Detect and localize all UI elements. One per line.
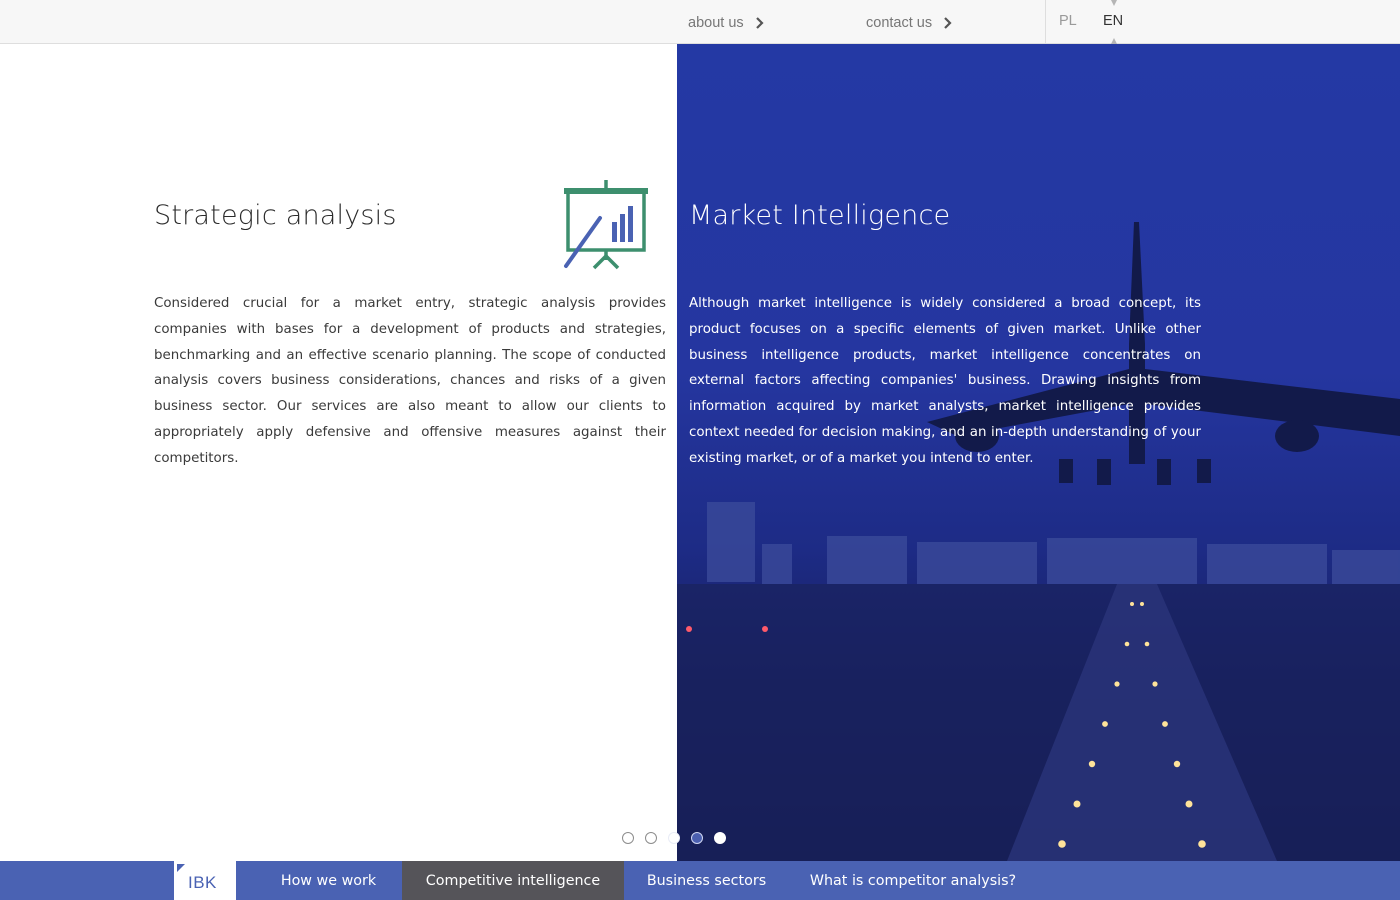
slider-dot-2[interactable] — [645, 832, 657, 844]
contact-us-link[interactable]: contact us — [866, 13, 954, 33]
nav-business-sectors[interactable]: Business sectors — [624, 861, 789, 900]
market-intelligence-text: Although market intelligence is widely c… — [689, 296, 1201, 466]
slider-dot-4-active[interactable] — [691, 832, 703, 844]
about-us-link[interactable]: about us — [688, 13, 766, 33]
contact-us-label: contact us — [866, 15, 933, 31]
bottom-navigation: IBK How we work Competitive intelligence… — [0, 861, 1400, 900]
strategic-analysis-panel: Strategic analysis Considered crucial fo… — [0, 44, 677, 861]
language-en[interactable]: EN — [1103, 13, 1123, 29]
top-bar: about us contact us PL EN — [0, 0, 1400, 44]
logo-text: IBK — [188, 873, 217, 892]
slider-dot-3[interactable] — [668, 832, 680, 844]
slider-dot-1[interactable] — [622, 832, 634, 844]
market-intelligence-title: Market Intelligence — [689, 200, 951, 231]
strategic-analysis-title: Strategic analysis — [154, 200, 397, 231]
strategic-analysis-text: Considered crucial for a market entry, s… — [154, 296, 666, 466]
language-divider — [1045, 0, 1046, 44]
market-intelligence-panel: Market Intelligence Although market inte… — [677, 44, 1400, 861]
chevron-right-icon — [755, 17, 764, 29]
city-skyline — [707, 502, 1400, 584]
language-pl[interactable]: PL — [1059, 13, 1077, 29]
chevron-right-icon — [944, 17, 952, 29]
nav-how-we-work[interactable]: How we work — [254, 861, 403, 900]
nav-competitive-intelligence[interactable]: Competitive intelligence — [402, 861, 624, 900]
slider-pagination — [622, 832, 726, 844]
active-language-marker-top — [1111, 0, 1117, 6]
slider-dot-5[interactable] — [714, 832, 726, 844]
nav-what-is-competitor-analysis[interactable]: What is competitor analysis? — [789, 861, 1037, 900]
logo-corner-mark — [177, 864, 185, 872]
ibk-logo[interactable]: IBK — [174, 861, 236, 900]
about-us-label: about us — [688, 15, 744, 31]
presentation-chart-icon — [564, 180, 648, 270]
